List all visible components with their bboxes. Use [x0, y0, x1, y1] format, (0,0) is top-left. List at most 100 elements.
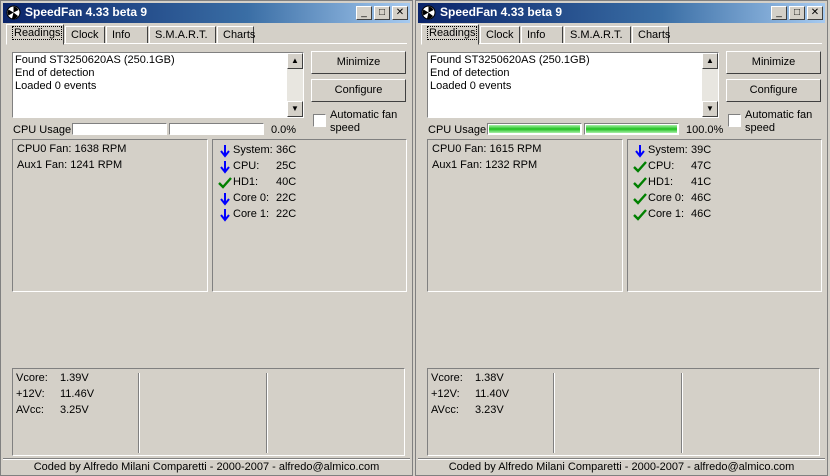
log-line: Loaded 0 events: [15, 80, 97, 92]
tab-readings[interactable]: Readings: [6, 24, 64, 45]
voltage-row: +12V: 11.46V: [16, 388, 94, 400]
temperature-value: 25C: [276, 160, 297, 172]
fan-reading: Aux1 Fan: 1232 RPM: [432, 159, 538, 171]
status-divider: [418, 458, 825, 460]
tab-info[interactable]: Info: [106, 26, 148, 44]
temperature-row: HD1: 40C: [218, 176, 398, 190]
check-icon: [633, 160, 647, 174]
voltage-readings: Vcore: 1.38V +12V: 11.40V AVcc: 3.23V: [427, 368, 820, 456]
check-icon: [633, 208, 647, 222]
scroll-up-icon[interactable]: ▲: [287, 53, 303, 69]
voltage-row: AVcc: 3.25V: [16, 404, 89, 416]
divider: [266, 373, 268, 453]
voltage-name: Vcore:: [431, 372, 463, 384]
tab-smart[interactable]: S.M.A.R.T.: [149, 26, 216, 44]
voltage-value: 3.25V: [60, 404, 89, 416]
divider: [553, 373, 555, 453]
title-bar[interactable]: SpeedFan 4.33 beta 9 _ □ ✕: [3, 3, 410, 23]
tab-charts[interactable]: Charts: [632, 26, 670, 44]
arrow-down-icon: [633, 144, 647, 158]
log-line: Found ST3250620AS (250.1GB): [430, 54, 590, 66]
close-window-button[interactable]: ✕: [807, 6, 823, 20]
voltage-name: AVcc:: [431, 404, 459, 416]
automatic-fan-speed-checkbox[interactable]: [313, 114, 326, 127]
scroll-down-icon[interactable]: ▼: [287, 101, 303, 117]
tab-panel-border: [421, 43, 822, 44]
window-title: SpeedFan 4.33 beta 9: [440, 5, 563, 19]
voltage-value: 3.23V: [475, 404, 504, 416]
cpu-usage-fill: [489, 125, 580, 133]
configure-button[interactable]: Configure: [726, 79, 821, 102]
fan-reading: CPU0 Fan: 1615 RPM: [432, 143, 542, 155]
check-icon: [633, 192, 647, 206]
fan-readings: CPU0 Fan: 1615 RPM Aux1 Fan: 1232 RPM: [427, 139, 623, 292]
speedfan-window-1: SpeedFan 4.33 beta 9 _ □ ✕ Readings Clock…: [0, 0, 413, 476]
temperature-value: 46C: [691, 192, 712, 204]
arrow-down-icon: [218, 192, 232, 206]
minimize-button[interactable]: Minimize: [726, 51, 821, 74]
close-window-button[interactable]: ✕: [392, 6, 408, 20]
temperature-row: Core 1: 22C: [218, 208, 398, 222]
scroll-down-icon[interactable]: ▼: [702, 101, 718, 117]
temperature-readings: System: 39C CPU: 47C HD1: 41C Core 0: 46…: [627, 139, 822, 292]
temperature-row: System: 36C: [218, 144, 398, 158]
temperature-name: Core 1:: [233, 208, 270, 220]
automatic-fan-speed-label: Automatic fan speed: [745, 109, 813, 134]
voltage-name: +12V:: [431, 388, 460, 400]
temperature-value: 22C: [276, 208, 297, 220]
event-log[interactable]: Found ST3250620AS (250.1GB) End of detect…: [427, 52, 719, 118]
fan-reading: CPU0 Fan: 1638 RPM: [17, 143, 127, 155]
voltage-value: 1.38V: [475, 372, 504, 384]
voltage-row: +12V: 11.40V: [431, 388, 509, 400]
credits-footer: Coded by Alfredo Milani Comparetti - 200…: [33, 461, 380, 473]
cpu-usage-bar: [584, 123, 679, 135]
minimize-window-button[interactable]: _: [356, 6, 372, 20]
voltage-row: Vcore: 1.38V: [431, 372, 504, 384]
temperature-row: Core 1: 46C: [633, 208, 813, 222]
status-divider: [3, 458, 410, 460]
check-icon: [633, 176, 647, 190]
cpu-usage-bar: [169, 123, 264, 135]
temperature-value: 46C: [691, 208, 712, 220]
tab-clock[interactable]: Clock: [480, 26, 520, 44]
temperature-name: CPU:: [233, 160, 260, 172]
automatic-fan-speed-checkbox[interactable]: [728, 114, 741, 127]
cpu-usage-fill: [586, 125, 677, 133]
temperature-row: Core 0: 46C: [633, 192, 813, 206]
temperature-row: Core 0: 22C: [218, 192, 398, 206]
scroll-up-icon[interactable]: ▲: [702, 53, 718, 69]
title-bar[interactable]: SpeedFan 4.33 beta 9 _ □ ✕: [418, 3, 825, 23]
tab-info[interactable]: Info: [521, 26, 563, 44]
window-title: SpeedFan 4.33 beta 9: [25, 5, 148, 19]
check-icon: [218, 176, 232, 190]
maximize-window-button[interactable]: □: [374, 6, 390, 20]
tab-clock[interactable]: Clock: [65, 26, 105, 44]
cpu-usage-bar: [72, 123, 167, 135]
temperature-name: Core 1:: [648, 208, 685, 220]
log-line: Loaded 0 events: [430, 80, 512, 92]
arrow-down-icon: [218, 144, 232, 158]
configure-button[interactable]: Configure: [311, 79, 406, 102]
log-scrollbar[interactable]: ▲ ▼: [287, 53, 303, 117]
credits-footer: Coded by Alfredo Milani Comparetti - 200…: [448, 461, 795, 473]
automatic-fan-speed-label: Automatic fan speed: [330, 109, 398, 134]
maximize-window-button[interactable]: □: [789, 6, 805, 20]
tab-readings[interactable]: Readings: [421, 24, 479, 45]
temperature-name: CPU:: [648, 160, 675, 172]
tab-smart[interactable]: S.M.A.R.T.: [564, 26, 631, 44]
temperature-value: 22C: [276, 192, 297, 204]
temperature-name: Core 0:: [648, 192, 685, 204]
tab-panel-border: [6, 43, 407, 44]
log-line: Found ST3250620AS (250.1GB): [15, 54, 175, 66]
temperature-row: CPU: 47C: [633, 160, 813, 174]
voltage-value: 1.39V: [60, 372, 89, 384]
log-line: End of detection: [430, 67, 510, 79]
minimize-button[interactable]: Minimize: [311, 51, 406, 74]
arrow-down-icon: [218, 208, 232, 222]
event-log[interactable]: Found ST3250620AS (250.1GB) End of detect…: [12, 52, 304, 118]
temperature-value: 47C: [691, 160, 712, 172]
log-scrollbar[interactable]: ▲ ▼: [702, 53, 718, 117]
fan-readings: CPU0 Fan: 1638 RPM Aux1 Fan: 1241 RPM: [12, 139, 208, 292]
tab-charts[interactable]: Charts: [217, 26, 255, 44]
minimize-window-button[interactable]: _: [771, 6, 787, 20]
